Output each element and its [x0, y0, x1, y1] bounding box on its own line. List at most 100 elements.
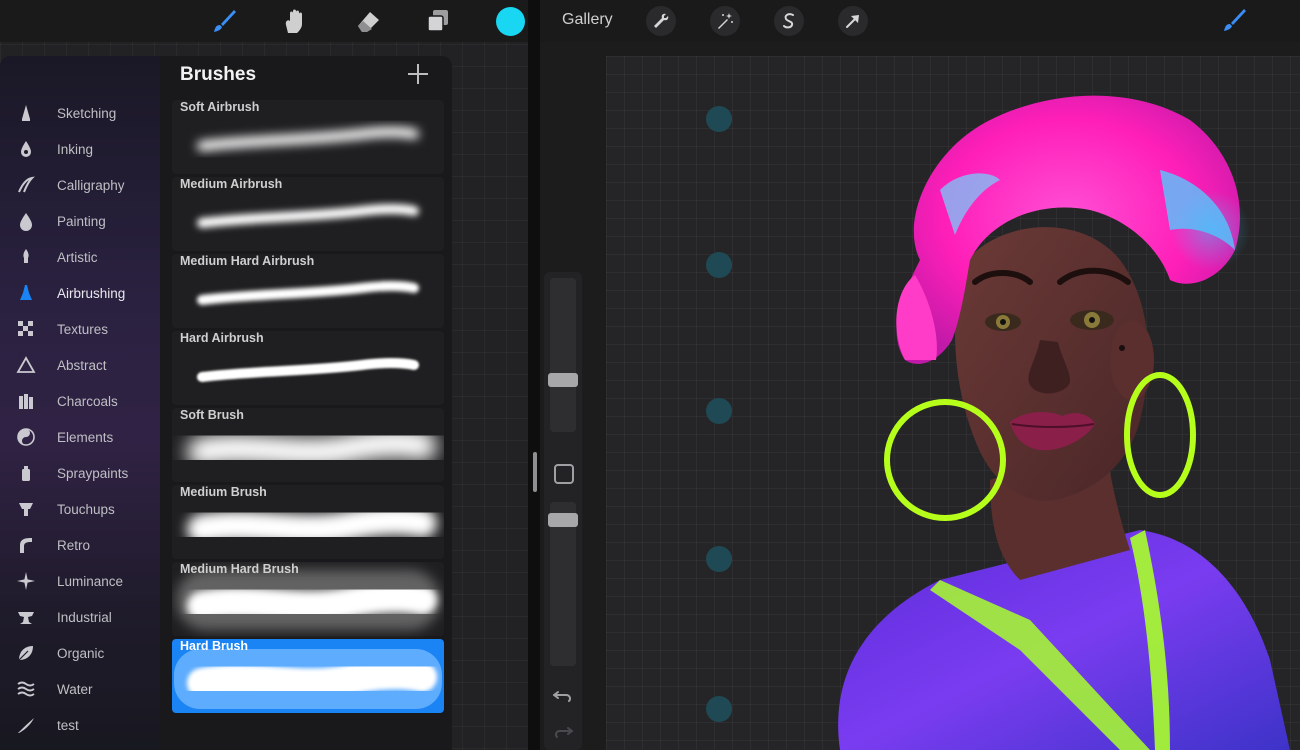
split-view-divider — [528, 0, 540, 750]
flame-brush-icon — [10, 246, 42, 268]
category-label: Painting — [57, 213, 106, 229]
brush-name: Soft Brush — [180, 408, 244, 422]
category-label: Luminance — [57, 573, 124, 589]
category-label: Sketching — [57, 105, 117, 121]
brush-medium-hard-airbrush[interactable]: Medium Hard Airbrush — [172, 254, 444, 328]
wrench-icon — [654, 13, 669, 28]
layers-icon — [427, 10, 448, 32]
category-label: Elements — [57, 429, 114, 445]
category-textures[interactable]: Textures — [10, 315, 155, 343]
add-brush-button[interactable] — [406, 62, 430, 86]
category-label: Calligraphy — [57, 177, 125, 193]
category-elements[interactable]: Elements — [10, 423, 155, 451]
modify-button[interactable] — [554, 464, 574, 484]
brush-hard-airbrush[interactable]: Hard Airbrush — [172, 331, 444, 405]
category-charcoals[interactable]: Charcoals — [10, 387, 155, 415]
category-industrial[interactable]: Industrial — [10, 603, 155, 631]
brush-name: Medium Brush — [180, 485, 267, 499]
brush-medium-hard-brush[interactable]: Medium Hard Brush — [172, 562, 444, 636]
brush-name: Medium Hard Airbrush — [180, 254, 315, 268]
checker-icon — [10, 318, 42, 340]
category-retro[interactable]: Retro — [10, 531, 155, 559]
leaf-icon — [10, 642, 42, 664]
category-artistic[interactable]: Artistic — [10, 243, 155, 271]
category-organic[interactable]: Organic — [10, 639, 155, 667]
undo-icon — [553, 691, 571, 702]
paint-drop-icon — [10, 210, 42, 232]
canvas-pane: Gallery — [540, 0, 1300, 750]
brush-medium-brush[interactable]: Medium Brush — [172, 485, 444, 559]
category-label: Touchups — [57, 501, 115, 517]
category-label: test — [57, 717, 79, 733]
category-label: Retro — [57, 537, 91, 553]
smudge-tool-button[interactable] — [278, 6, 310, 36]
brush-tool-button[interactable] — [1220, 6, 1252, 36]
layers-tool-button[interactable] — [422, 6, 454, 36]
category-touchups[interactable]: Touchups — [10, 495, 155, 523]
category-test[interactable]: test — [10, 711, 155, 739]
adjustments-button[interactable] — [710, 6, 740, 36]
brush-icon — [1224, 9, 1246, 31]
opacity-thumb[interactable] — [548, 513, 578, 527]
category-sketching[interactable]: Sketching — [10, 99, 155, 127]
gallery-button[interactable]: Gallery — [562, 11, 613, 29]
brush-panel: Brushes Sketching Inking Calligraphy Painti… — [0, 56, 452, 750]
neon-portrait-artwork — [838, 95, 1290, 750]
actions-button[interactable] — [646, 6, 676, 36]
feather-stroke-icon — [10, 714, 42, 736]
yin-yang-icon — [10, 426, 42, 448]
magic-wand-icon — [718, 13, 733, 29]
airbrush-icon — [10, 282, 42, 304]
category-spraypaints[interactable]: Spraypaints — [10, 459, 155, 487]
brush-tool-button[interactable] — [208, 6, 240, 36]
brush-library-pane: Brushes Sketching Inking Calligraphy Painti… — [0, 0, 528, 750]
category-label: Airbrushing — [57, 285, 126, 301]
panel-title: Brushes — [180, 64, 257, 85]
category-water[interactable]: Water — [10, 675, 155, 703]
eraser-tool-button[interactable] — [352, 6, 384, 36]
side-slider-bar — [544, 272, 582, 750]
brush-soft-airbrush[interactable]: Soft Airbrush — [172, 100, 444, 174]
category-label: Textures — [57, 321, 109, 337]
brush-size-thumb[interactable] — [548, 373, 578, 387]
ink-drop-icon — [10, 138, 42, 160]
selection-s-icon — [783, 13, 794, 29]
transform-button[interactable] — [838, 6, 868, 36]
selection-button[interactable] — [774, 6, 804, 36]
brush-soft-brush[interactable]: Soft Brush — [172, 408, 444, 482]
retro-icon — [10, 534, 42, 556]
brush-name: Soft Airbrush — [180, 100, 260, 114]
top-toolbar: Gallery — [540, 0, 1300, 42]
brush-name: Medium Hard Brush — [180, 562, 299, 576]
category-calligraphy[interactable]: Calligraphy — [10, 171, 155, 199]
redo-icon — [555, 727, 573, 738]
calligraphy-icon — [10, 174, 42, 196]
brush-hard-brush[interactable]: Hard Brush — [172, 639, 444, 713]
waves-icon — [10, 678, 42, 700]
undo-button[interactable] — [552, 684, 574, 706]
pencil-tip-icon — [10, 102, 42, 124]
touchup-icon — [10, 498, 42, 520]
brush-medium-airbrush[interactable]: Medium Airbrush — [172, 177, 444, 251]
color-swatch[interactable] — [496, 7, 525, 36]
category-label: Abstract — [57, 357, 107, 373]
transform-arrow-icon — [846, 15, 859, 28]
category-label: Organic — [57, 645, 105, 661]
brush-name: Hard Brush — [180, 639, 249, 653]
brush-size-slider[interactable] — [550, 278, 576, 432]
category-abstract[interactable]: Abstract — [10, 351, 155, 379]
category-label: Spraypaints — [57, 465, 129, 481]
category-airbrushing[interactable]: Airbrushing — [10, 279, 155, 307]
triangle-icon — [10, 354, 42, 376]
charcoal-icon — [10, 390, 42, 412]
category-inking[interactable]: Inking — [10, 135, 155, 163]
redo-button[interactable] — [552, 720, 574, 742]
anvil-icon — [10, 606, 42, 628]
brush-name: Medium Airbrush — [180, 177, 283, 191]
brush-icon — [214, 10, 236, 32]
category-label: Industrial — [57, 609, 112, 625]
category-painting[interactable]: Painting — [10, 207, 155, 235]
category-luminance[interactable]: Luminance — [10, 567, 155, 595]
category-label: Inking — [57, 141, 94, 157]
split-view-handle[interactable] — [533, 452, 537, 492]
